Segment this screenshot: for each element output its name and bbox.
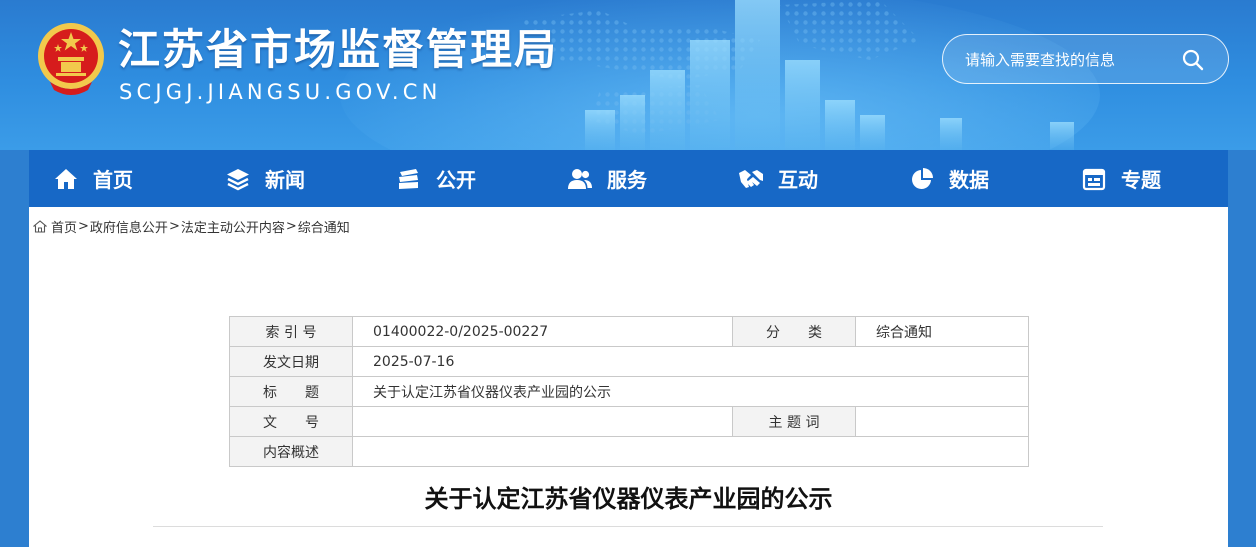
breadcrumb: 首页 > 政府信息公开 > 法定主动公开内容 > 综合通知: [33, 217, 350, 236]
breadcrumb-statutory[interactable]: 法定主动公开内容: [181, 217, 285, 236]
content-panel: 首页 > 政府信息公开 > 法定主动公开内容 > 综合通知 索 引 号 0140…: [29, 207, 1228, 547]
table-row: 发文日期 2025-07-16: [229, 346, 1029, 377]
table-row: 标 题 关于认定江苏省仪器仪表产业园的公示: [229, 376, 1029, 407]
nav-label: 专题: [1121, 168, 1161, 192]
nav-item-service[interactable]: 服务: [567, 150, 647, 207]
breadcrumb-general-notice[interactable]: 综合通知: [298, 217, 350, 236]
nav-item-data[interactable]: 数据: [909, 150, 989, 207]
main-nav: 首页 新闻 公开 服务 互动 数据 专题: [29, 150, 1228, 207]
breadcrumb-home[interactable]: 首页: [51, 217, 77, 236]
nav-label: 新闻: [265, 168, 305, 192]
site-domain: SCJGJ.JIANGSU.GOV.CN: [119, 80, 442, 104]
category-value: 综合通知: [855, 316, 1029, 347]
table-row: 内容概述: [229, 436, 1029, 467]
breadcrumb-separator: >: [285, 219, 297, 234]
home-icon: [55, 168, 77, 189]
nav-item-topics[interactable]: 专题: [1081, 150, 1161, 207]
date-value: 2025-07-16: [352, 346, 1029, 377]
table-row: 文 号 主 题 词: [229, 406, 1029, 437]
keyword-label: 主 题 词: [732, 406, 856, 437]
nav-label: 公开: [436, 168, 476, 192]
nav-item-interaction[interactable]: 互动: [738, 150, 818, 207]
document-meta-table: 索 引 号 01400022-0/2025-00227 分 类 综合通知 发文日…: [229, 316, 1029, 467]
nav-item-news[interactable]: 新闻: [225, 150, 305, 207]
site-title: 江苏省市场监督管理局: [118, 25, 559, 74]
search-input[interactable]: [965, 47, 1175, 73]
index-value: 01400022-0/2025-00227: [352, 316, 733, 347]
article-title: 关于认定江苏省仪器仪表产业园的公示: [424, 485, 833, 513]
docno-label: 文 号: [229, 406, 353, 437]
index-label: 索 引 号: [229, 316, 353, 347]
layers-icon: [227, 168, 249, 190]
nav-item-home[interactable]: 首页: [53, 150, 133, 207]
pie-chart-icon: [912, 167, 933, 189]
summary-value: [352, 436, 1029, 467]
home-icon: [33, 220, 47, 233]
title-label: 标 题: [229, 376, 353, 407]
search-icon[interactable]: [1181, 48, 1205, 72]
national-emblem-logo: [38, 23, 104, 95]
nav-label: 数据: [949, 168, 989, 192]
breadcrumb-separator: >: [78, 219, 89, 234]
search-box: [942, 34, 1229, 84]
table-row: 索 引 号 01400022-0/2025-00227 分 类 综合通知: [229, 316, 1029, 347]
handshake-icon: [739, 169, 763, 188]
site-header: 江苏省市场监督管理局 SCJGJ.JIANGSU.GOV.CN: [0, 0, 1256, 150]
category-label: 分 类: [732, 316, 856, 347]
title-value: 关于认定江苏省仪器仪表产业园的公示: [352, 376, 1029, 407]
breadcrumb-gov-info[interactable]: 政府信息公开: [90, 217, 168, 236]
nav-label: 首页: [93, 168, 133, 192]
keyword-value: [855, 406, 1029, 437]
summary-label: 内容概述: [229, 436, 353, 467]
date-label: 发文日期: [229, 346, 353, 377]
title-divider: [153, 526, 1103, 527]
document-stack-icon: [399, 168, 418, 189]
calendar-icon: [1082, 168, 1106, 190]
breadcrumb-separator: >: [168, 219, 180, 234]
nav-label: 服务: [607, 168, 647, 192]
users-icon: [568, 168, 592, 189]
nav-label: 互动: [778, 168, 818, 192]
nav-item-public[interactable]: 公开: [396, 150, 476, 207]
docno-value: [352, 406, 733, 437]
